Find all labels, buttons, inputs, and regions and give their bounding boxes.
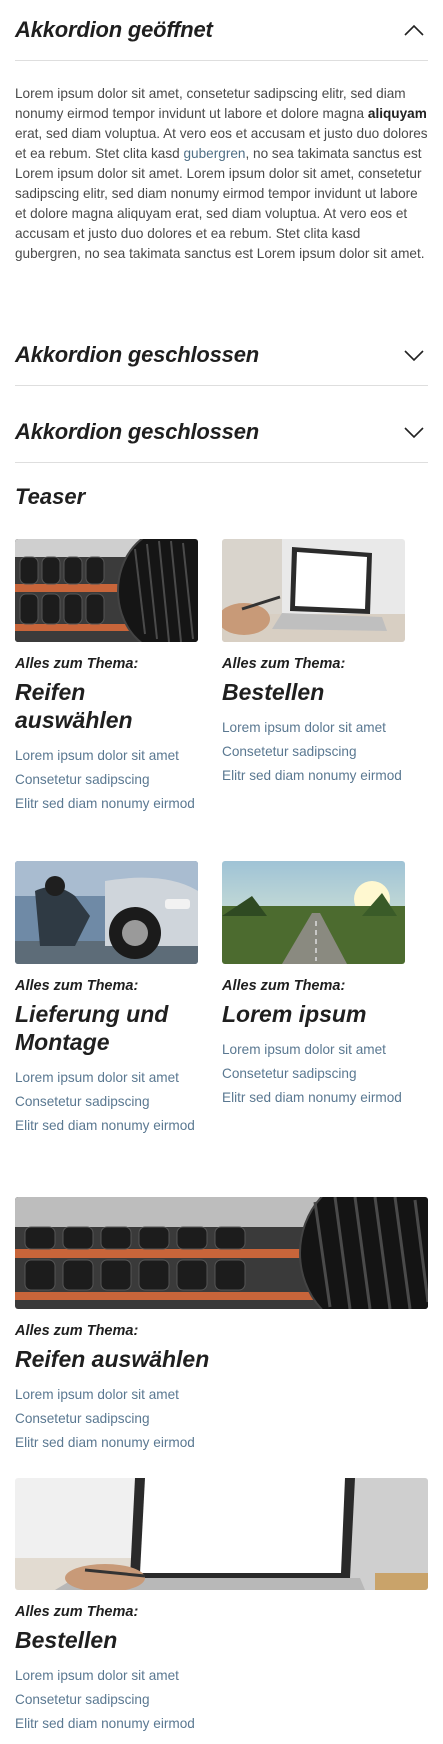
teaser-kicker: Alles zum Thema: xyxy=(15,1323,139,1339)
teaser-title[interactable]: Reifen auswählen xyxy=(15,1345,428,1373)
teaser-card[interactable]: Alles zum Thema: Lorem ipsum Lorem ipsum… xyxy=(222,861,405,1112)
teaser-links: Lorem ipsum dolor sit amet Consetetur sa… xyxy=(222,718,405,786)
chevron-down-icon xyxy=(404,427,424,439)
inline-link[interactable]: gubergren xyxy=(184,146,246,161)
teaser-card[interactable]: Alles zum Thema: Bestellen Lorem ipsum d… xyxy=(15,1478,428,1738)
accordion-title: Akkordion geschlossen xyxy=(15,342,259,367)
teaser-title[interactable]: Bestellen xyxy=(222,678,405,706)
teaser-kicker: Alles zum Thema: xyxy=(15,1604,139,1620)
teaser-link[interactable]: Elitr sed diam nonumy eirmod xyxy=(15,1116,198,1136)
teaser-title[interactable]: Lorem ipsum xyxy=(222,1000,405,1028)
teaser-title[interactable]: Reifen auswählen xyxy=(15,678,198,734)
teaser-kicker: Alles zum Thema: xyxy=(15,656,139,672)
teaser-links: Lorem ipsum dolor sit amet Consetetur sa… xyxy=(15,1385,428,1453)
teaser-link[interactable]: Consetetur sadipscing xyxy=(222,1064,405,1084)
page: Akkordion geöffnet Lorem ipsum dolor sit… xyxy=(0,0,443,1744)
bold-text: aliquyam xyxy=(367,106,427,121)
teaser-card[interactable]: Alles zum Thema: Lieferung und Montage L… xyxy=(15,861,198,1140)
tyres-wide-image xyxy=(15,1197,428,1309)
teaser-card[interactable]: Alles zum Thema: Reifen auswählen Lorem … xyxy=(15,539,198,818)
teaser-link[interactable]: Lorem ipsum dolor sit amet xyxy=(15,1666,428,1686)
teaser-title[interactable]: Lieferung und Montage xyxy=(15,1000,198,1056)
accordion-content: Lorem ipsum dolor sit amet, consetetur s… xyxy=(15,86,428,261)
accordion-title: Akkordion geschlossen xyxy=(15,419,259,444)
section-title: Teaser xyxy=(15,484,86,509)
teaser-kicker: Alles zum Thema: xyxy=(222,978,346,994)
accordion-closed-header[interactable]: Akkordion geschlossen xyxy=(15,402,428,463)
tyres-on-shelf-image xyxy=(15,539,198,642)
teaser-links: Lorem ipsum dolor sit amet Consetetur sa… xyxy=(15,1068,198,1136)
teaser-link[interactable]: Consetetur sadipscing xyxy=(15,1690,428,1710)
teaser-card[interactable]: Alles zum Thema: Reifen auswählen Lorem … xyxy=(15,1197,428,1457)
chevron-down-icon xyxy=(404,350,424,362)
accordion-title: Akkordion geöffnet xyxy=(15,17,213,42)
teaser-link[interactable]: Lorem ipsum dolor sit amet xyxy=(222,718,405,738)
laptop-image xyxy=(222,539,405,642)
teaser-kicker: Alles zum Thema: xyxy=(15,978,139,994)
teaser-link[interactable]: Elitr sed diam nonumy eirmod xyxy=(222,1088,405,1108)
teaser-links: Lorem ipsum dolor sit amet Consetetur sa… xyxy=(15,1666,428,1734)
teaser-link[interactable]: Lorem ipsum dolor sit amet xyxy=(15,1068,198,1088)
teaser-link[interactable]: Elitr sed diam nonumy eirmod xyxy=(15,1433,428,1453)
mechanic-changing-tyre-image xyxy=(15,861,198,964)
teaser-kicker: Alles zum Thema: xyxy=(222,656,346,672)
teaser-title[interactable]: Bestellen xyxy=(15,1626,428,1654)
teaser-links: Lorem ipsum dolor sit amet Consetetur sa… xyxy=(222,1040,405,1108)
teaser-links: Lorem ipsum dolor sit amet Consetetur sa… xyxy=(15,746,198,814)
teaser-card[interactable]: Alles zum Thema: Bestellen Lorem ipsum d… xyxy=(222,539,405,790)
accordion-closed-header[interactable]: Akkordion geschlossen xyxy=(15,325,428,386)
teaser-link[interactable]: Consetetur sadipscing xyxy=(15,1409,428,1429)
teaser-link[interactable]: Elitr sed diam nonumy eirmod xyxy=(15,1714,428,1734)
chevron-up-icon xyxy=(404,24,424,36)
teaser-link[interactable]: Consetetur sadipscing xyxy=(15,770,198,790)
teaser-link[interactable]: Consetetur sadipscing xyxy=(222,742,405,762)
teaser-link[interactable]: Elitr sed diam nonumy eirmod xyxy=(222,766,405,786)
teaser-link[interactable]: Lorem ipsum dolor sit amet xyxy=(222,1040,405,1060)
accordion-open-header[interactable]: Akkordion geöffnet xyxy=(15,0,428,61)
laptop-wide-image xyxy=(15,1478,428,1590)
teaser-link[interactable]: Consetetur sadipscing xyxy=(15,1092,198,1112)
teaser-link[interactable]: Lorem ipsum dolor sit amet xyxy=(15,1385,428,1405)
road-landscape-image xyxy=(222,861,405,964)
teaser-link[interactable]: Lorem ipsum dolor sit amet xyxy=(15,746,198,766)
teaser-link[interactable]: Elitr sed diam nonumy eirmod xyxy=(15,794,198,814)
